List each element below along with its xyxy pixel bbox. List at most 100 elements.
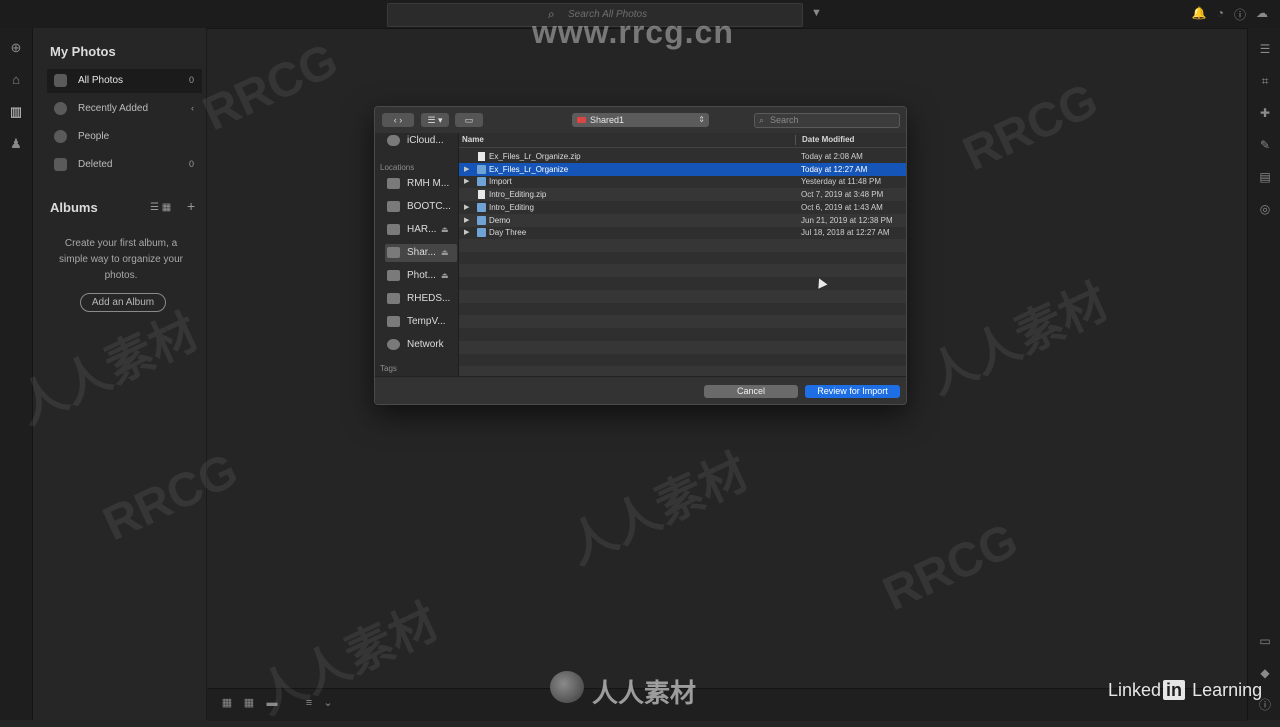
photo-grid-icon[interactable]: ▦	[242, 697, 256, 709]
file-row-selected[interactable]: ▶ Ex_Files_Lr_Organize Today at 12:27 AM	[459, 162, 906, 176]
disclosure-triangle-icon[interactable]: ▶	[464, 163, 469, 176]
dialog-search-input[interactable]: ⌕ Search	[754, 113, 900, 128]
nav-label: All Photos	[78, 75, 124, 86]
cloud-icon[interactable]: ☁	[1256, 6, 1268, 23]
empty-row	[459, 277, 906, 290]
filter-icon[interactable]: ▼	[811, 7, 822, 19]
empty-row	[459, 328, 906, 341]
sidebar-item-drive[interactable]: RMH M...	[385, 175, 457, 193]
empty-row	[459, 289, 906, 303]
cancel-button[interactable]: Cancel	[704, 385, 798, 398]
add-album-plus-icon[interactable]: +	[187, 198, 195, 214]
sidebar-label: Network	[407, 339, 444, 350]
nav-label: People	[78, 131, 110, 142]
radial-icon[interactable]: ◎	[1256, 200, 1274, 218]
empty-row	[459, 340, 906, 354]
new-folder-icon[interactable]: ▭	[455, 113, 483, 127]
notification-icon[interactable]: 🔔	[1192, 6, 1207, 23]
sidebar-item-icloud[interactable]: iCloud...	[385, 132, 457, 150]
folder-icon	[477, 215, 486, 225]
folder-icon	[477, 177, 486, 187]
file-row[interactable]: ▶ Import Yesterday at 11:48 PM	[459, 175, 906, 188]
people-icon[interactable]: ♟	[4, 132, 28, 156]
brush-icon[interactable]: ✎	[1256, 136, 1274, 154]
drive-icon	[387, 270, 400, 281]
location-select[interactable]: Shared1 ⇕	[572, 113, 709, 127]
sidebar-item-computer[interactable]: TempV...	[385, 313, 457, 331]
eject-icon[interactable]: ⏏	[441, 221, 449, 239]
my-photos-title: My Photos	[50, 44, 116, 59]
edit-sliders-icon[interactable]: ☰	[1256, 40, 1274, 58]
nav-deleted[interactable]: Deleted 0	[47, 153, 202, 177]
file-row[interactable]: ▶ Day Three Jul 18, 2018 at 12:27 AM	[459, 226, 906, 239]
home-icon[interactable]: ⌂	[4, 68, 28, 92]
folder-icon	[477, 164, 486, 174]
file-name: Intro_Editing	[489, 202, 534, 212]
file-name: Ex_Files_Lr_Organize.zip	[489, 152, 581, 161]
disclosure-triangle-icon[interactable]: ▶	[464, 226, 469, 239]
clock-icon	[54, 102, 67, 115]
crop-icon[interactable]: ⌗	[1256, 72, 1274, 90]
nav-count: 0	[188, 75, 194, 85]
back-forward-buttons[interactable]: ‹ ›	[382, 113, 414, 127]
comment-icon[interactable]: ▭	[1256, 632, 1274, 650]
sidebar-item-drive[interactable]: RHEDS...	[385, 290, 457, 308]
sidebar-item-drive[interactable]: Phot... ⏏	[385, 267, 457, 285]
add-icon[interactable]: ⊕	[4, 36, 28, 60]
file-row[interactable]: ▶ Intro_Editing Oct 6, 2019 at 1:43 AM	[459, 201, 906, 214]
nav-label: Deleted	[78, 159, 113, 170]
sidebar-item-drive[interactable]: BOOTC...	[385, 198, 457, 216]
sync-icon[interactable]: ◔	[1217, 6, 1224, 23]
albums-title: Albums	[50, 200, 98, 215]
drive-icon	[387, 178, 400, 189]
file-row[interactable]: Ex_Files_Lr_Organize.zip Today at 2:08 AM	[459, 150, 906, 163]
sidebar-label: Phot...	[407, 270, 436, 281]
disclosure-triangle-icon[interactable]: ▶	[464, 201, 469, 214]
sidebar-item-network[interactable]: Network	[385, 336, 457, 354]
heal-icon[interactable]: ✚	[1256, 104, 1274, 122]
sidebar-label: BOOTC...	[407, 201, 451, 212]
album-view-toggle-icon[interactable]: ☰ ▦	[150, 202, 171, 213]
eject-icon[interactable]: ⏏	[441, 267, 449, 285]
sidebar-item-drive[interactable]: HAR... ⏏	[385, 221, 457, 239]
sidebar-label: TempV...	[407, 316, 446, 327]
sidebar-item-shared-selected[interactable]: Shar... ⏏	[385, 244, 457, 262]
file-date: Oct 7, 2019 at 3:48 PM	[801, 190, 884, 200]
disclosure-triangle-icon[interactable]: ▶	[464, 175, 469, 188]
file-row[interactable]: Intro_Editing.zip Oct 7, 2019 at 3:48 PM	[459, 188, 906, 202]
column-date-header[interactable]: Date Modified	[802, 133, 854, 147]
empty-row	[459, 315, 906, 329]
nav-recently-added[interactable]: Recently Added ‹	[47, 97, 202, 121]
document-icon	[478, 152, 485, 161]
help-icon[interactable]: ⓘ	[1234, 6, 1246, 23]
nav-count: 0	[188, 159, 194, 169]
gradient-icon[interactable]: ▤	[1256, 168, 1274, 186]
file-date: Oct 6, 2019 at 1:43 AM	[801, 202, 883, 212]
album-empty-hint: Create your first album, a simple way to…	[59, 238, 183, 281]
nav-people[interactable]: People	[47, 125, 202, 149]
expand-chevron-icon[interactable]: ‹	[191, 103, 194, 113]
sidebar-label: RHEDS...	[407, 293, 451, 304]
watermark-cjk: 人人素材	[920, 275, 1117, 405]
square-grid-icon[interactable]: ▦	[220, 697, 234, 709]
view-mode-icon[interactable]: ☰ ▾	[421, 113, 449, 127]
drive-icon	[387, 293, 400, 304]
disclosure-triangle-icon[interactable]: ▶	[464, 214, 469, 227]
library-icon[interactable]: ▥	[4, 100, 28, 124]
eject-icon[interactable]: ⏏	[441, 244, 449, 262]
file-row[interactable]: ▶ Demo Jun 21, 2019 at 12:38 PM	[459, 213, 906, 227]
globe-icon	[387, 339, 400, 350]
file-name: Ex_Files_Lr_Organize	[489, 164, 569, 174]
column-name-header[interactable]: Name	[462, 133, 484, 147]
empty-row	[459, 238, 906, 252]
review-for-import-button[interactable]: Review for Import	[805, 385, 900, 398]
rrcg-logo-icon	[550, 671, 584, 703]
linkedin-learning-logo: Linked in Learning	[1108, 680, 1262, 701]
nav-all-photos[interactable]: All Photos 0	[47, 69, 202, 93]
file-name: Day Three	[489, 228, 527, 238]
folder-icon	[477, 228, 486, 238]
empty-row	[459, 353, 906, 366]
top-right-icons: 🔔 ◔ ⓘ ☁	[1192, 6, 1268, 23]
location-label: Shared1	[590, 115, 625, 125]
sidebar-label: Shar...	[407, 247, 436, 258]
